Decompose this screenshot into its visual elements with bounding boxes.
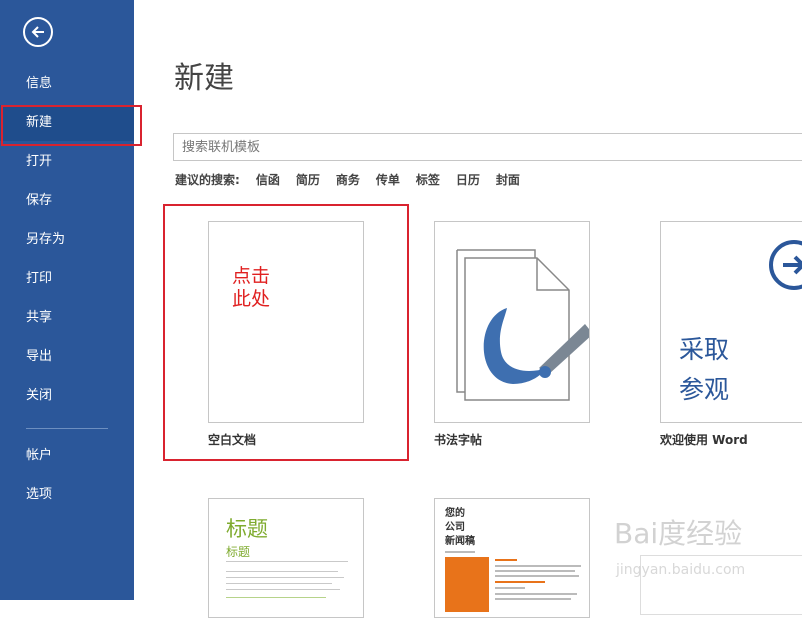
search-input[interactable] xyxy=(174,134,802,160)
suggested-searches: 建议的搜索: 信函 简历 商务 传单 标签 日历 封面 xyxy=(175,171,536,188)
newsletter-title-line-3: 新闻稿 xyxy=(445,536,475,547)
newsletter-title-line-2: 公司 xyxy=(445,522,465,533)
nav-options[interactable]: 选项 xyxy=(0,477,134,513)
template-newsletter[interactable]: 您的 公司 新闻稿 xyxy=(434,498,590,618)
baidu-jingyan-watermark: Bai度经验 xyxy=(614,517,743,550)
preview-accent-line xyxy=(226,597,326,598)
newsletter-orange-sidebar xyxy=(445,557,489,612)
welcome-line-2: 参观 xyxy=(679,375,730,404)
arrow-right-icon xyxy=(769,240,802,290)
nav-save-as[interactable]: 另存为 xyxy=(0,222,134,258)
baidu-jingyan-url: jingyan.baidu.com xyxy=(616,562,746,578)
preview-text-line xyxy=(226,583,332,584)
preview-text-line xyxy=(495,575,579,577)
preview-text-line xyxy=(495,593,577,595)
preview-text-line xyxy=(495,570,575,572)
preview-text-line xyxy=(226,571,338,572)
blank-highlight-box xyxy=(163,204,409,461)
newsletter-preview-title: 您的 公司 新闻稿 xyxy=(445,507,475,549)
preview-text-line xyxy=(226,577,344,578)
suggestion-calendar[interactable]: 日历 xyxy=(456,171,480,188)
template-title-document[interactable]: 标题 标题 xyxy=(208,498,364,618)
suggestions-label: 建议的搜索: xyxy=(175,173,240,187)
preview-text-line xyxy=(495,565,581,567)
nav-divider xyxy=(26,428,108,429)
welcome-preview-text: 采取 参观 xyxy=(679,330,729,410)
template-label-welcome: 欢迎使用 Word xyxy=(660,433,748,447)
nav-print[interactable]: 打印 xyxy=(0,261,134,297)
nav-close[interactable]: 关闭 xyxy=(0,378,134,414)
new-highlight-box xyxy=(1,105,142,146)
suggestion-business[interactable]: 商务 xyxy=(336,171,360,188)
newsletter-title-line-1: 您的 xyxy=(445,508,465,519)
template-search-box[interactable] xyxy=(173,133,802,161)
suggestion-cover[interactable]: 封面 xyxy=(496,171,520,188)
template-welcome-to-word[interactable]: 采取 参观 xyxy=(660,221,802,423)
nav-export[interactable]: 导出 xyxy=(0,339,134,375)
preview-accent-line xyxy=(495,581,545,583)
preview-text-line xyxy=(226,589,340,590)
nav-info[interactable]: 信息 xyxy=(0,66,134,102)
nav-save[interactable]: 保存 xyxy=(0,183,134,219)
template-calligraphy[interactable] xyxy=(434,221,590,423)
suggestion-labels[interactable]: 标签 xyxy=(416,171,440,188)
nav-account[interactable]: 帐户 xyxy=(0,438,134,474)
nav-open[interactable]: 打开 xyxy=(0,144,134,180)
preview-accent-line xyxy=(495,559,517,561)
calligraphy-page-icon xyxy=(456,249,589,401)
preview-rule xyxy=(226,561,348,562)
preview-text-line xyxy=(445,551,475,553)
backstage-sidebar: 信息 新建 打开 保存 另存为 打印 共享 导出 关闭 帐户 选项 xyxy=(0,0,134,600)
preview-text-line xyxy=(495,587,525,589)
suggestion-resume[interactable]: 简历 xyxy=(296,171,320,188)
title-preview-heading: 标题 xyxy=(226,517,268,541)
back-arrow-icon[interactable] xyxy=(23,17,53,47)
nav-share[interactable]: 共享 xyxy=(0,300,134,336)
title-preview-subheading: 标题 xyxy=(226,545,251,559)
suggestion-letters[interactable]: 信函 xyxy=(256,171,280,188)
page-title: 新建 xyxy=(174,61,234,96)
suggestion-flyers[interactable]: 传单 xyxy=(376,171,400,188)
welcome-line-1: 采取 xyxy=(679,335,730,364)
template-label-calligraphy: 书法字帖 xyxy=(434,433,483,447)
